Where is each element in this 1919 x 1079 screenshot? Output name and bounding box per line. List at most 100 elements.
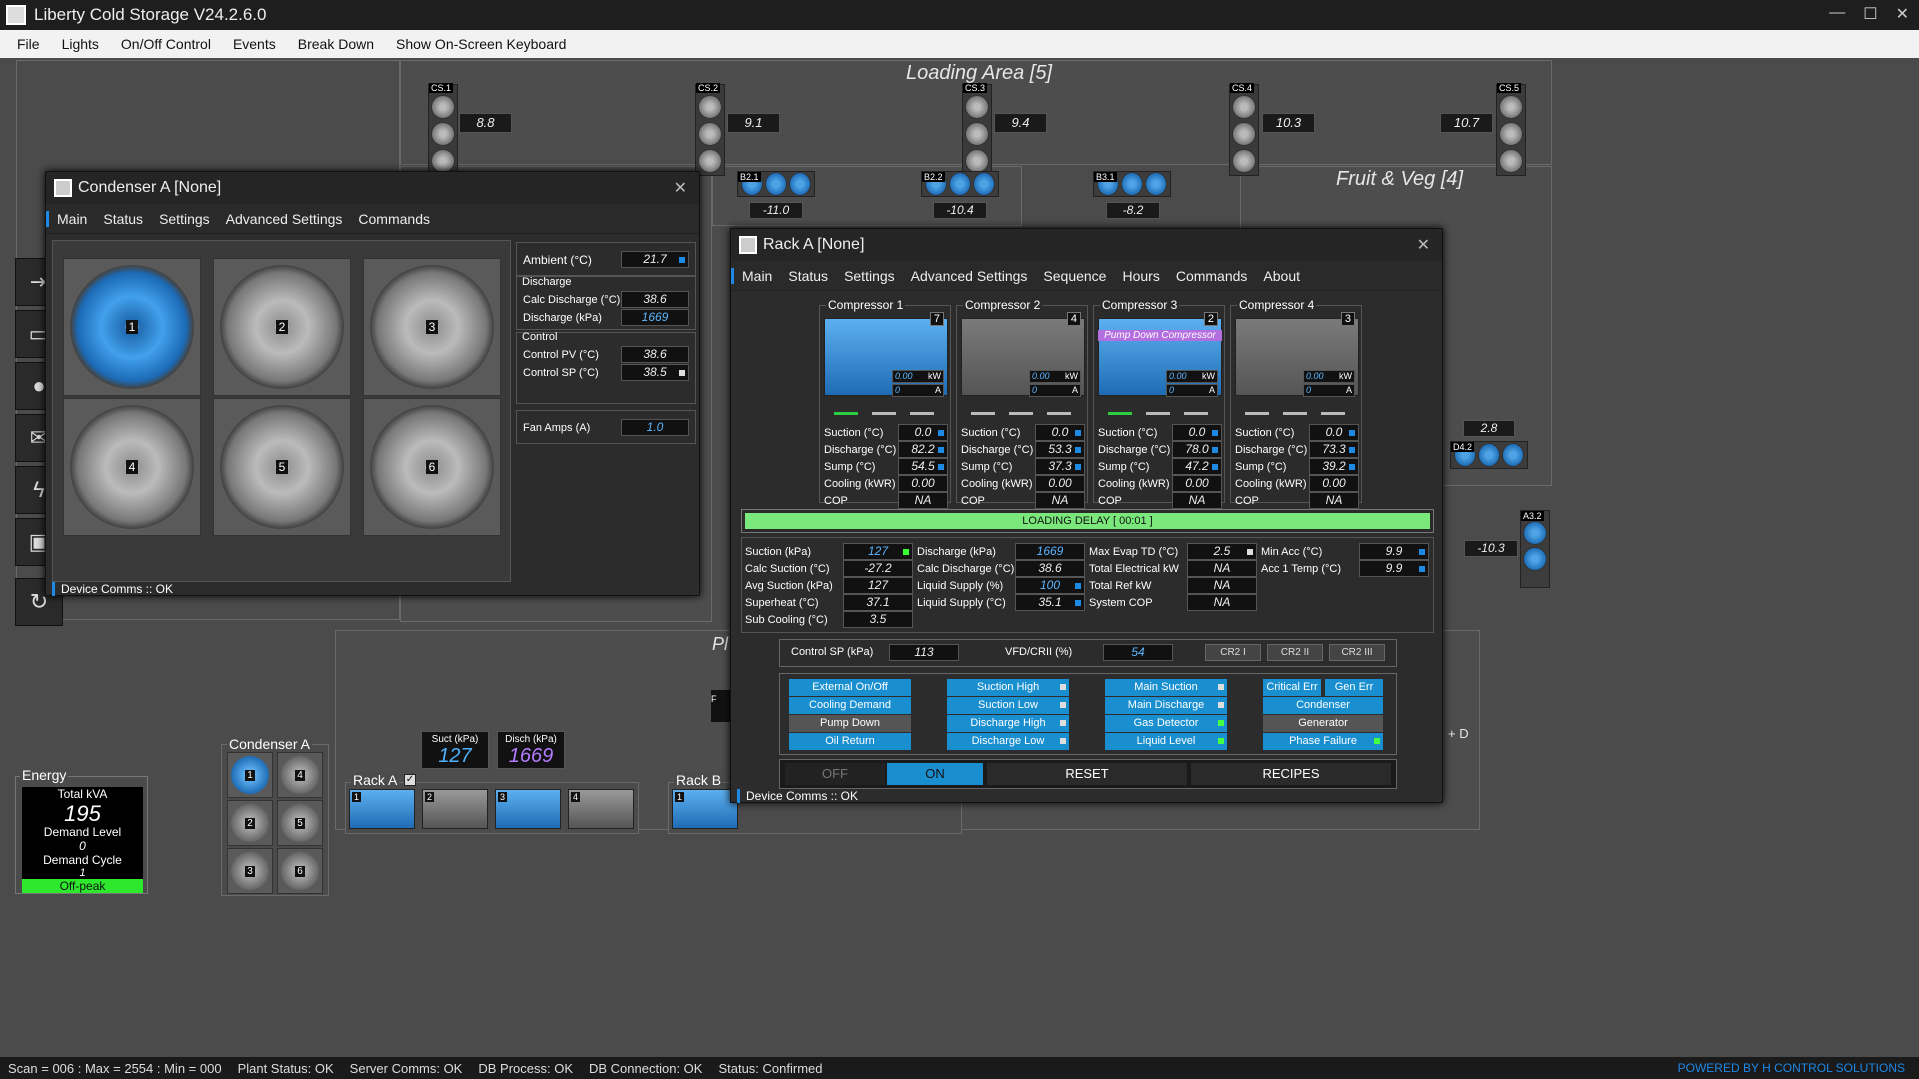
coldstore-cs2[interactable]: CS.2 — [695, 83, 725, 176]
rack-comms-status: Device Comms :: OK — [737, 789, 858, 803]
compressor-2[interactable]: Compressor 2 4 0.00 kW 0 A Suction (°C) 0.0 Disc… — [956, 298, 1088, 509]
cr2-iii-button[interactable]: CR2 III — [1329, 644, 1385, 661]
alarm-condenser[interactable]: Condenser — [1263, 697, 1383, 714]
alarm-generator[interactable]: Generator — [1263, 715, 1383, 732]
alarm-suction-low[interactable]: Suction Low — [947, 697, 1069, 714]
alarm-suction-high[interactable]: Suction High — [947, 679, 1069, 696]
tab-about[interactable]: About — [1255, 268, 1308, 284]
unit-b31[interactable]: B3.1 — [1093, 171, 1171, 197]
recipes-button[interactable]: RECIPES — [1191, 763, 1391, 785]
tab-advanced-settings[interactable]: Advanced Settings — [903, 268, 1036, 284]
summary-calc_suction-row: Calc Suction (°C) -27.2 — [745, 560, 913, 577]
alarm-gen-err[interactable]: Gen Err — [1325, 679, 1383, 696]
menu-lights[interactable]: Lights — [51, 36, 110, 52]
menu-on-screen-keyboard[interactable]: Show On-Screen Keyboard — [385, 36, 577, 52]
alarm-phase-failure[interactable]: Phase Failure — [1263, 733, 1383, 750]
off-button[interactable]: OFF — [785, 763, 885, 785]
compressor-status-lines — [1245, 412, 1345, 415]
discharge-kpa-label: Discharge (kPa) — [523, 311, 602, 324]
compressor-title: Compressor 2 — [963, 298, 1043, 312]
menu-break-down[interactable]: Break Down — [287, 36, 385, 52]
db-connection: DB Connection: OK — [589, 1060, 703, 1076]
alarm-pump-down[interactable]: Pump Down — [789, 715, 911, 732]
coldstore-cs5[interactable]: CS.5 — [1496, 83, 1526, 176]
condenser-mini-fan: 2 — [227, 800, 273, 846]
condenser-fan-6[interactable]: 6 — [363, 398, 501, 536]
compressor-status-lines — [971, 412, 1071, 415]
condenser-fan-3[interactable]: 3 — [363, 258, 501, 396]
powered-by: POWERED BY H CONTROL SOLUTIONS — [1677, 1061, 1905, 1075]
tab-status[interactable]: Status — [780, 268, 836, 284]
unit-b31-temp: -8.2 — [1106, 202, 1160, 219]
cop-label: COP — [824, 494, 848, 507]
coldstore-cs3[interactable]: CS.3 — [962, 83, 992, 176]
compressor-amps: 0A — [1303, 384, 1355, 397]
alarm-critical-err[interactable]: Critical Err — [1263, 679, 1321, 696]
fan-icon — [431, 149, 455, 173]
menu-onoff-control[interactable]: On/Off Control — [110, 36, 222, 52]
unit-b21[interactable]: B2.1 — [737, 171, 815, 197]
suction-label: Suction (°C) — [1098, 426, 1158, 439]
compressor-3[interactable]: Compressor 3 2 Pump Down Compressor 0.00 kW 0… — [1093, 298, 1225, 509]
close-icon[interactable]: ✕ — [1417, 235, 1430, 255]
close-icon[interactable]: ✕ — [674, 178, 687, 198]
unit-a32[interactable]: A3.2 — [1520, 510, 1550, 588]
fan-icon — [1499, 149, 1523, 173]
condenser-fan-1[interactable]: 1 — [63, 258, 201, 396]
summary-discharge_kpa-row: Discharge (kPa) 1669 — [917, 543, 1085, 560]
compressor-4[interactable]: Compressor 4 3 0.00 kW 0 A Suction (°C) 0.0 Disc… — [1230, 298, 1362, 509]
tab-commands[interactable]: Commands — [350, 211, 438, 227]
tab-status[interactable]: Status — [95, 211, 151, 227]
suct-label: Suct (kPa) — [431, 734, 479, 745]
compressor-cop-row: COP NA — [824, 492, 948, 509]
cooling-label: Cooling (kWR) — [1235, 477, 1307, 490]
close-button[interactable]: ✕ — [1896, 4, 1909, 24]
unit-b22[interactable]: B2.2 — [921, 171, 999, 197]
superheat-label: Superheat (°C) — [745, 596, 819, 609]
menu-file[interactable]: File — [6, 36, 51, 52]
menu-events[interactable]: Events — [222, 36, 287, 52]
cop-value: NA — [1035, 492, 1085, 509]
tab-main[interactable]: Main — [731, 267, 780, 284]
alarm-liquid-level[interactable]: Liquid Level — [1105, 733, 1227, 750]
condenser-fan-4[interactable]: 4 — [63, 398, 201, 536]
condenser-fan-5[interactable]: 5 — [213, 398, 351, 536]
alarm-external-on-off[interactable]: External On/Off — [789, 679, 911, 696]
discharge-label: Discharge (°C) — [961, 443, 1034, 456]
summary-liquid_c-row: Liquid Supply (°C) 35.1 — [917, 594, 1085, 611]
condenser-fan-2[interactable]: 2 — [213, 258, 351, 396]
alarm-main-suction[interactable]: Main Suction — [1105, 679, 1227, 696]
alarm-gas-detector[interactable]: Gas Detector — [1105, 715, 1227, 732]
unit-b21-temp: -11.0 — [749, 202, 803, 219]
unit-d42[interactable]: D4.2 — [1450, 441, 1528, 469]
tab-advanced-settings[interactable]: Advanced Settings — [218, 211, 351, 227]
tab-main[interactable]: Main — [46, 210, 95, 227]
compressor-1[interactable]: Compressor 1 7 0.00 kW 0 A Suction (°C) 0.0 Disc… — [819, 298, 951, 509]
rack-a-checkbox[interactable]: ✓ — [404, 774, 416, 786]
alarm-main-discharge[interactable]: Main Discharge — [1105, 697, 1227, 714]
compressor-amps: 0A — [1166, 384, 1218, 397]
on-button[interactable]: ON — [887, 763, 983, 785]
control-sp-value[interactable]: 38.5 — [621, 364, 689, 381]
alarm-discharge-high[interactable]: Discharge High — [947, 715, 1069, 732]
coldstore-cs4[interactable]: CS.4 — [1229, 83, 1259, 176]
alarm-discharge-low[interactable]: Discharge Low — [947, 733, 1069, 750]
minimize-button[interactable]: — — [1829, 4, 1845, 24]
alarm-cooling-demand[interactable]: Cooling Demand — [789, 697, 911, 714]
tab-sequence[interactable]: Sequence — [1035, 268, 1114, 284]
tab-settings[interactable]: Settings — [151, 211, 218, 227]
maximize-button[interactable]: ☐ — [1863, 4, 1877, 24]
subcool-value: 3.5 — [843, 611, 913, 628]
cop-value: NA — [1172, 492, 1222, 509]
fan-icon — [1145, 172, 1167, 196]
tab-settings[interactable]: Settings — [836, 268, 903, 284]
control-sp-value[interactable]: 113 — [889, 644, 959, 661]
cr2-i-button[interactable]: CR2 I — [1205, 644, 1261, 661]
tab-hours[interactable]: Hours — [1114, 268, 1167, 284]
cr2-ii-button[interactable]: CR2 II — [1267, 644, 1323, 661]
tab-commands[interactable]: Commands — [1168, 268, 1256, 284]
reset-button[interactable]: RESET — [987, 763, 1187, 785]
coldstore-cs1[interactable]: CS.1 — [428, 83, 458, 176]
alarm-oil-return[interactable]: Oil Return — [789, 733, 911, 750]
condenser-mini-fan: 3 — [227, 848, 273, 894]
